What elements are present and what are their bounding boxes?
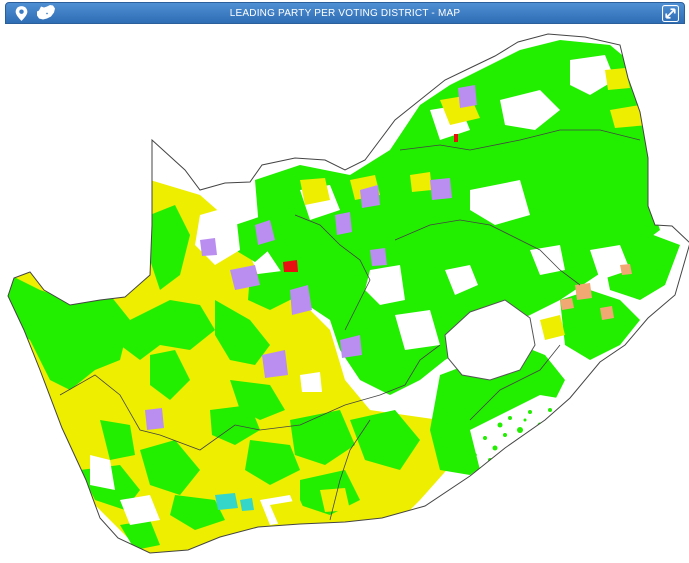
election-map[interactable] (0, 26, 689, 558)
expand-icon[interactable] (662, 5, 679, 22)
window-titlebar: LEADING PARTY PER VOTING DISTRICT - MAP (5, 2, 685, 24)
window-title: LEADING PARTY PER VOTING DISTRICT - MAP (229, 8, 461, 19)
